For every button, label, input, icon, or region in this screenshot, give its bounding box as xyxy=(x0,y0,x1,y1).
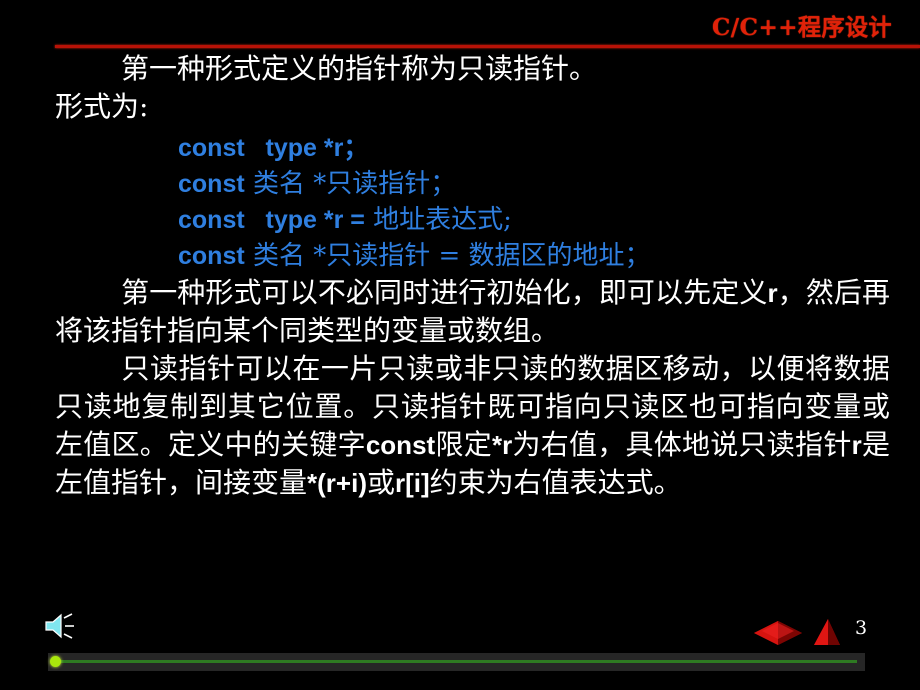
progress-bar-fill xyxy=(52,660,857,663)
red-diamond-icon xyxy=(754,621,802,645)
label-form: 形式为: xyxy=(0,88,920,126)
progress-bar-track[interactable] xyxy=(48,653,865,671)
paragraph-ro-part3: 为右值，具体地说只读指针 xyxy=(512,428,852,461)
code-block: const type *r； const 类名 *只读指针； const typ… xyxy=(0,130,920,274)
inline-code-star-r: *r xyxy=(491,430,513,460)
slide-footer: 3 xyxy=(0,595,920,690)
slide-header: C/C++程序设计 xyxy=(0,0,920,50)
code-line-3: const type *r = 地址表达式; xyxy=(178,202,920,238)
inline-code-r2: r xyxy=(851,430,862,460)
red-triangle-icon xyxy=(814,619,840,645)
inline-code-deref: *(r+i) xyxy=(307,468,367,498)
code-rest-1: *r； xyxy=(316,134,369,162)
code-line-4: const 类名 *只读指针 = 数据区的地址； xyxy=(178,238,920,274)
header-divider xyxy=(55,45,920,48)
code-line-1: const type *r； xyxy=(178,130,920,166)
paragraph-definition: 第一种形式定义的指针称为只读指针。 xyxy=(0,50,920,88)
inline-code-r: r xyxy=(767,278,778,308)
paragraph-ro-part5: 或 xyxy=(366,466,395,499)
paragraph-init-part1: 第一种形式可以不必同时进行初始化，即可以先定义 xyxy=(121,276,768,309)
code-rest-2: 类名 *只读指针； xyxy=(244,169,457,199)
navigation-shapes xyxy=(752,615,842,649)
paragraph-ro-part2: 限定 xyxy=(435,428,492,461)
paragraph-readonly-pointer: 只读指针可以在一片只读或非只读的数据区移动，以便将数据只读地复制到其它位置。只读… xyxy=(0,350,920,502)
speaker-icon[interactable] xyxy=(44,611,80,641)
keyword-const-4: const xyxy=(178,242,245,270)
label-form-text: 形式为: xyxy=(55,90,149,123)
keyword-type-1: type xyxy=(265,134,317,162)
paragraph-definition-text: 第一种形式定义的指针称为只读指针。 xyxy=(121,52,598,85)
code-rest-4: 类名 *只读指针 = 数据区的地址； xyxy=(244,241,651,271)
code-rest-3-cn: 地址表达式; xyxy=(364,205,512,235)
keyword-type-3: type xyxy=(265,206,317,234)
presentation-slide: C/C++程序设计 第一种形式定义的指针称为只读指针。 形式为: const t… xyxy=(0,0,920,690)
keyword-const-3: const xyxy=(178,206,245,234)
course-title: C/C++程序设计 xyxy=(711,14,892,41)
keyword-const-1: const xyxy=(178,134,245,162)
paragraph-initialization: 第一种形式可以不必同时进行初始化，即可以先定义r，然后再将该指针指向某个同类型的… xyxy=(0,274,920,350)
slide-content: 第一种形式定义的指针称为只读指针。 形式为: const type *r； co… xyxy=(0,50,920,502)
inline-code-index: r[i] xyxy=(395,468,430,498)
progress-bar-knob[interactable] xyxy=(50,656,61,667)
paragraph-ro-part6: 约束为右值表达式。 xyxy=(429,466,682,499)
page-number: 3 xyxy=(855,617,868,639)
inline-code-const: const xyxy=(365,430,436,460)
keyword-const-2: const xyxy=(178,170,245,198)
code-line-2: const 类名 *只读指针； xyxy=(178,166,920,202)
code-rest-3: *r = 地址表达式; xyxy=(316,205,512,235)
